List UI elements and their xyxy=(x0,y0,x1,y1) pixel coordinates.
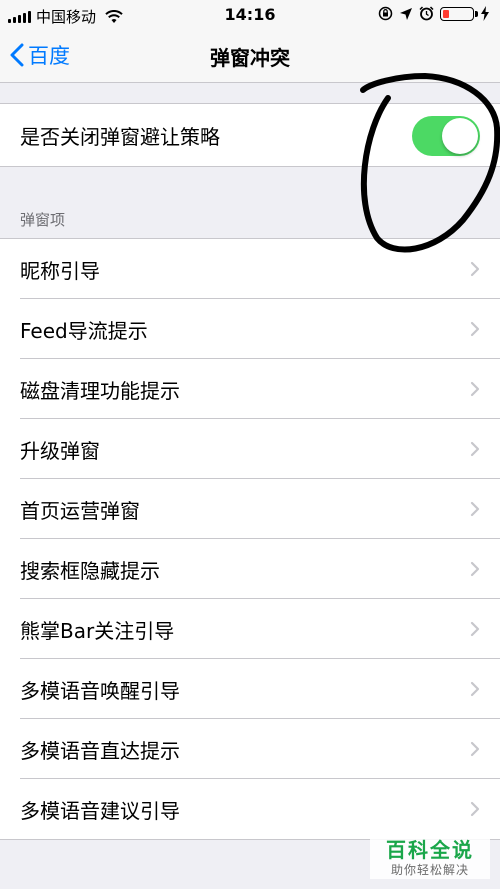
list-item[interactable]: 多模语音直达提示 xyxy=(0,719,500,779)
list-item-label: 磁盘清理功能提示 xyxy=(20,379,180,403)
section-header: 弹窗项 xyxy=(20,211,66,229)
list-item[interactable]: 多模语音唤醒引导 xyxy=(0,659,500,719)
avoidance-toggle[interactable] xyxy=(412,116,480,156)
list-item-label: 多模语音建议引导 xyxy=(20,799,180,823)
list-item[interactable]: 多模语音建议引导 xyxy=(0,779,500,839)
location-icon xyxy=(400,7,412,20)
list-item-label: 多模语音唤醒引导 xyxy=(20,679,180,703)
alarm-icon xyxy=(419,6,434,21)
chevron-right-icon xyxy=(470,381,480,397)
list-item-label: 多模语音直达提示 xyxy=(20,739,180,763)
list-item[interactable]: 首页运营弹窗 xyxy=(0,479,500,539)
watermark-subtitle: 助你轻松解决 xyxy=(390,863,469,877)
toggle-knob xyxy=(442,118,478,154)
list-item-label: Feed导流提示 xyxy=(20,319,148,343)
chevron-right-icon xyxy=(470,681,480,697)
chevron-right-icon xyxy=(470,321,480,337)
orientation-lock-icon xyxy=(378,6,393,21)
list-item[interactable]: Feed导流提示 xyxy=(0,299,500,359)
chevron-right-icon xyxy=(470,801,480,817)
watermark: 百科全说 助你轻松解决 xyxy=(370,833,490,879)
list-item-label: 搜索框隐藏提示 xyxy=(20,559,160,583)
list-item-label: 升级弹窗 xyxy=(20,439,100,463)
chevron-right-icon xyxy=(470,561,480,577)
list-item-label: 熊掌Bar关注引导 xyxy=(20,619,175,643)
chevron-right-icon xyxy=(470,501,480,517)
watermark-title: 百科全说 xyxy=(386,838,474,862)
toggle-group: 是否关闭弹窗避让策略 xyxy=(0,103,500,167)
chevron-right-icon xyxy=(470,261,480,277)
chevron-right-icon xyxy=(470,741,480,757)
chevron-right-icon xyxy=(470,441,480,457)
list-item[interactable]: 昵称引导 xyxy=(0,239,500,299)
battery-level xyxy=(443,9,449,18)
list-item[interactable]: 升级弹窗 xyxy=(0,419,500,479)
list-item[interactable]: 磁盘清理功能提示 xyxy=(0,359,500,419)
toggle-label: 是否关闭弹窗避让策略 xyxy=(20,125,220,149)
list-item[interactable]: 熊掌Bar关注引导 xyxy=(0,599,500,659)
battery-icon xyxy=(440,6,478,21)
list-item-label: 首页运营弹窗 xyxy=(20,499,140,523)
list-item[interactable]: 搜索框隐藏提示 xyxy=(0,539,500,599)
list-item-label: 昵称引导 xyxy=(20,259,100,283)
page-title: 弹窗冲突 xyxy=(210,46,290,70)
chevron-right-icon xyxy=(470,621,480,637)
charging-icon xyxy=(481,6,489,21)
navigation-bar: 百度 弹窗冲突 xyxy=(0,30,500,83)
popup-items-list: 昵称引导 Feed导流提示磁盘清理功能提示 升级弹窗首页运营弹窗 搜索框隐藏提示 熊掌B… xyxy=(0,238,500,840)
status-right xyxy=(378,6,490,21)
status-bar: 中国移动 14:16 xyxy=(0,0,500,30)
